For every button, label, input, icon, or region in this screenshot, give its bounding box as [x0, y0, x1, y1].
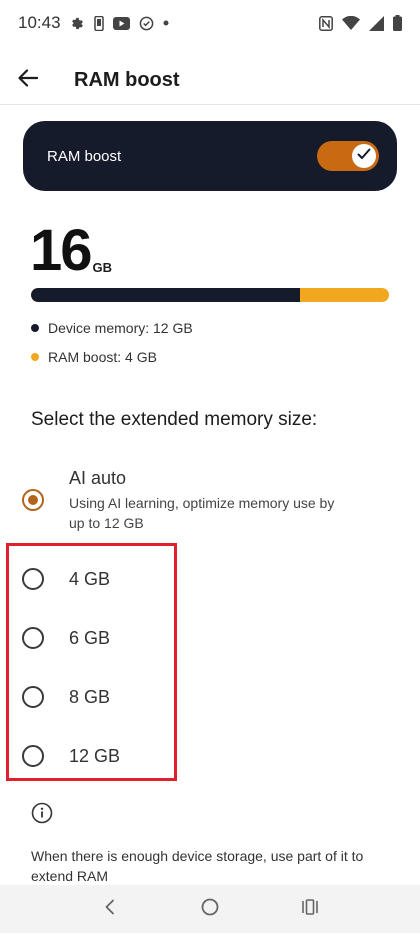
- phone-icon: [93, 15, 104, 31]
- dot-icon: [163, 20, 169, 26]
- radio-selected-dot: [28, 495, 38, 505]
- legend-ram-boost: RAM boost: 4 GB: [31, 349, 157, 365]
- legend-dot-boost: [31, 353, 39, 361]
- sync-icon: [139, 16, 154, 31]
- device-memory-bar-fill: [31, 288, 300, 302]
- extended-memory-section-title: Select the extended memory size:: [31, 409, 318, 430]
- page-title: RAM boost: [74, 68, 180, 91]
- total-memory-value: 16: [30, 218, 92, 283]
- status-bar: 10:43: [0, 0, 420, 46]
- ram-boost-toggle[interactable]: [317, 141, 379, 171]
- legend-boost-label: RAM boost: 4 GB: [48, 349, 157, 365]
- youtube-icon: [112, 16, 130, 30]
- toggle-knob: [352, 144, 376, 168]
- info-icon: [31, 802, 53, 829]
- ram-boost-card-label: RAM boost: [47, 147, 122, 165]
- option-ai-auto-title: AI auto: [69, 468, 127, 488]
- recents-icon: [301, 898, 319, 920]
- system-nav-bar: [0, 885, 420, 933]
- nfc-icon: [319, 15, 333, 31]
- highlight-box: [6, 543, 177, 781]
- gear-icon: [70, 16, 85, 31]
- app-bar-divider: [0, 104, 420, 105]
- status-right: [319, 15, 402, 31]
- home-circle-icon: [201, 898, 219, 921]
- info-text: When there is enough device storage, use…: [31, 848, 364, 884]
- memory-bar: [31, 288, 389, 302]
- option-ai-auto[interactable]: AI auto Using AI learning, optimize memo…: [22, 468, 402, 533]
- total-memory: 16 GB: [30, 222, 112, 280]
- option-ai-auto-text: AI auto Using AI learning, optimize memo…: [69, 468, 349, 533]
- back-button[interactable]: [0, 56, 56, 104]
- legend-device-label: Device memory: 12 GB: [48, 320, 193, 336]
- wifi-icon: [342, 15, 360, 31]
- total-memory-unit: GB: [92, 260, 113, 275]
- status-left: 10:43: [18, 13, 169, 33]
- legend-device-memory: Device memory: 12 GB: [31, 320, 193, 336]
- legend-dot-device: [31, 324, 39, 332]
- option-ai-auto-desc: Using AI learning, optimize memory use b…: [69, 495, 335, 531]
- nav-back-button[interactable]: [90, 889, 130, 929]
- radio-ai-auto[interactable]: [22, 489, 44, 511]
- check-icon: [357, 147, 371, 165]
- ram-boost-card: RAM boost: [23, 121, 397, 191]
- app-bar: RAM boost: [0, 56, 420, 104]
- arrow-left-icon: [18, 68, 39, 92]
- signal-icon: [369, 15, 384, 31]
- nav-home-button[interactable]: [190, 889, 230, 929]
- battery-icon: [393, 15, 402, 31]
- back-chevron-icon: [104, 899, 116, 920]
- nav-recents-button[interactable]: [290, 889, 330, 929]
- status-time: 10:43: [18, 13, 61, 32]
